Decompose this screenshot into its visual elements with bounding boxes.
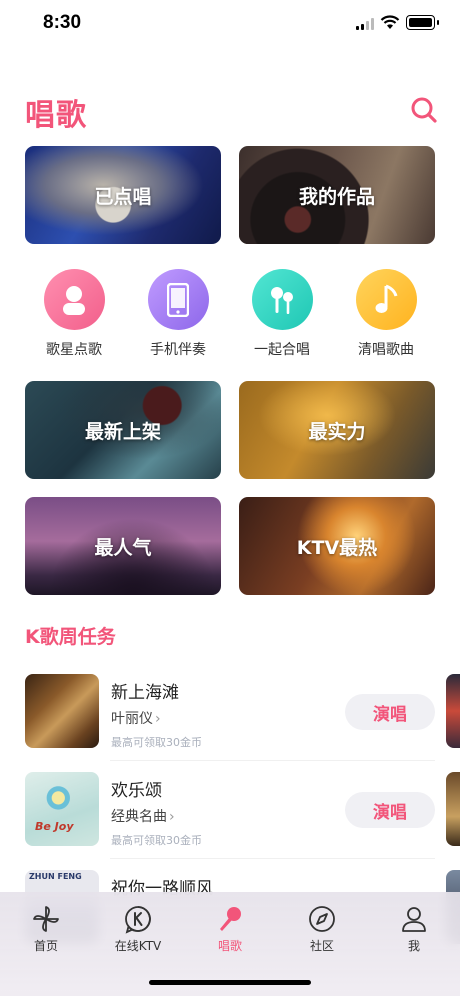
card-my-works[interactable]: 我的作品 [239, 146, 435, 244]
sing-button[interactable]: 演唱 [345, 694, 435, 730]
tab-home[interactable]: 首页 [0, 904, 92, 954]
category-acapella[interactable]: 清唱歌曲 [341, 269, 431, 359]
tab-label: 我 [407, 939, 420, 953]
card-label: 最实力 [308, 420, 366, 443]
music-note-icon [355, 269, 417, 330]
task-row: Be Joy 欢乐颂 经典名曲 › 最高可领取30金币 演唱 [25, 772, 435, 848]
section-title: K歌周任务 [25, 626, 116, 648]
artist-name: 经典名曲 [111, 809, 167, 825]
battery-icon [406, 15, 439, 30]
search-icon[interactable] [410, 96, 438, 124]
card-ktv-hottest[interactable]: KTV最热 [239, 497, 435, 595]
reward-text: 最高可领取30金币 [111, 736, 202, 749]
tab-sing[interactable]: 唱歌 [184, 904, 276, 954]
page-title: 唱歌 [25, 98, 87, 133]
category-label: 清唱歌曲 [358, 342, 414, 358]
ktv-icon [125, 906, 151, 934]
category-singer[interactable]: 歌星点歌 [29, 269, 119, 359]
divider [110, 760, 435, 761]
cover-text: ZHUN FENG [29, 872, 82, 881]
cover-text: Be Joy [35, 820, 74, 833]
compass-icon [309, 906, 335, 932]
reward-text: 最高可领取30金币 [111, 834, 202, 847]
category-phone-accompaniment[interactable]: 手机伴奏 [133, 269, 223, 359]
category-duet[interactable]: 一起合唱 [237, 269, 327, 359]
artist-link[interactable]: 经典名曲 › [111, 806, 175, 826]
wifi-icon [380, 15, 400, 29]
tab-label: 首页 [33, 939, 58, 953]
chevron-right-icon: › [169, 809, 175, 825]
tab-me[interactable]: 我 [368, 904, 460, 954]
divider [110, 858, 435, 859]
song-cover[interactable] [25, 674, 99, 748]
card-newest[interactable]: 最新上架 [25, 381, 221, 479]
song-title: 新上海滩 [111, 683, 179, 703]
card-label: 最人气 [94, 536, 152, 559]
card-queued-songs[interactable]: 已点唱 [25, 146, 221, 244]
tab-online-ktv[interactable]: 在线KTV [92, 904, 184, 954]
person-icon [402, 907, 426, 932]
pinwheel-icon [33, 906, 59, 932]
next-card-peek[interactable] [446, 772, 460, 846]
task-row: 新上海滩 叶丽仪 › 最高可领取30金币 演唱 [25, 674, 435, 750]
microphone-icon [220, 907, 241, 931]
status-time: 8:30 [43, 12, 82, 33]
tab-community[interactable]: 社区 [276, 904, 368, 954]
tab-label: 社区 [309, 939, 334, 953]
tab-label: 在线KTV [114, 939, 162, 953]
singer-icon [43, 269, 105, 330]
song-cover[interactable]: Be Joy [25, 772, 99, 846]
card-most-skilled[interactable]: 最实力 [239, 381, 435, 479]
song-title: 欢乐颂 [111, 781, 162, 801]
card-most-popular[interactable]: 最人气 [25, 497, 221, 595]
artist-link[interactable]: 叶丽仪 › [111, 708, 161, 728]
phone-icon [147, 269, 209, 330]
category-label: 一起合唱 [254, 342, 310, 358]
card-label: KTV最热 [296, 536, 378, 559]
sing-button[interactable]: 演唱 [345, 792, 435, 828]
home-indicator[interactable] [149, 980, 311, 985]
status-bar: 8:30 [0, 0, 460, 48]
card-label: 已点唱 [94, 185, 152, 208]
chevron-right-icon: › [155, 711, 161, 727]
card-label: 最新上架 [84, 420, 161, 443]
category-label: 手机伴奏 [150, 342, 206, 358]
tab-label: 唱歌 [217, 939, 242, 953]
category-label: 歌星点歌 [46, 342, 102, 358]
cellular-signal-icon [356, 18, 374, 30]
artist-name: 叶丽仪 [111, 711, 153, 727]
duet-mic-icon [251, 269, 313, 330]
card-label: 我的作品 [298, 185, 375, 208]
next-card-peek[interactable] [446, 674, 460, 748]
